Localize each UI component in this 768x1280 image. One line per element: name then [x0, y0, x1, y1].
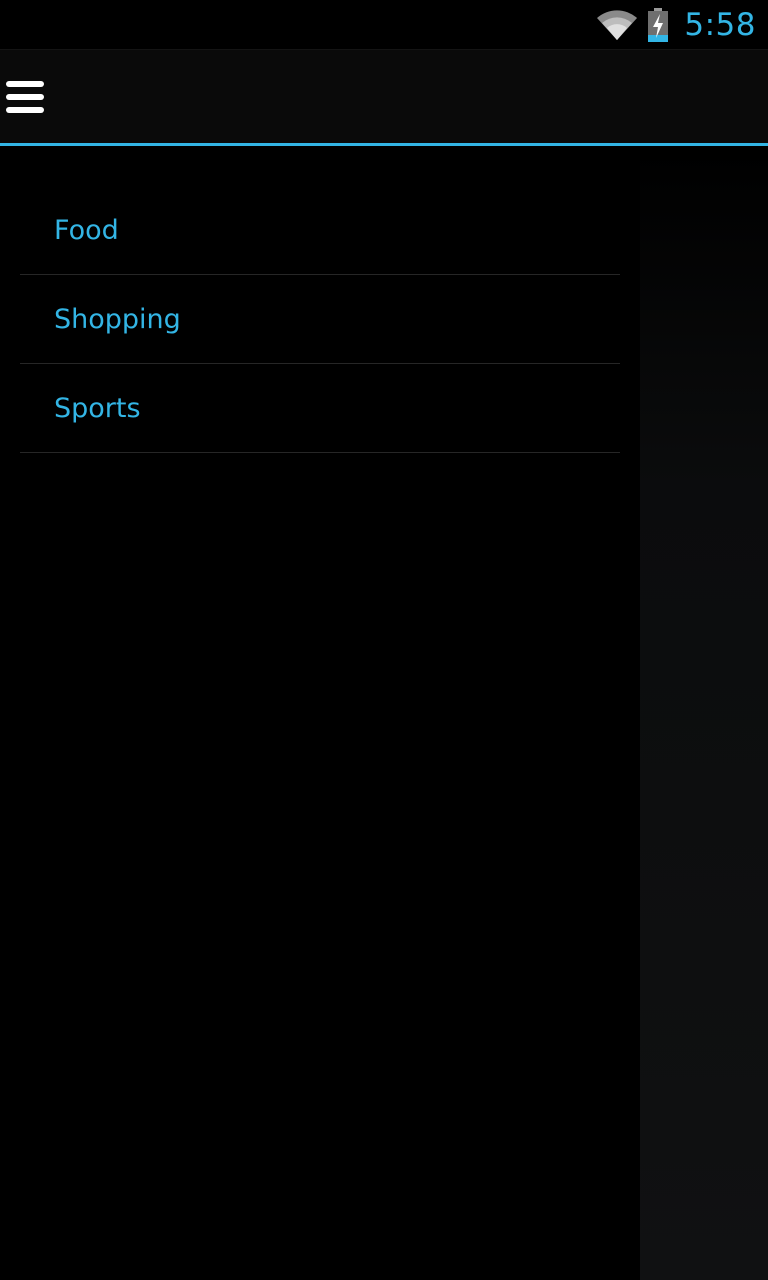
navigation-drawer: Food Shopping Sports	[0, 146, 640, 1280]
hamburger-menu-icon[interactable]	[0, 76, 50, 118]
main-content-peek[interactable]	[640, 146, 768, 1280]
status-bar: 5:58	[0, 0, 768, 50]
action-bar	[0, 50, 768, 146]
drawer-item-shopping[interactable]: Shopping	[20, 275, 620, 364]
status-icons: 5:58	[596, 0, 756, 50]
wifi-icon	[596, 9, 638, 41]
battery-charging-icon	[646, 8, 670, 42]
status-clock: 5:58	[684, 7, 756, 43]
drawer-list: Food Shopping Sports	[20, 186, 620, 453]
drawer-item-sports[interactable]: Sports	[20, 364, 620, 453]
drawer-item-food[interactable]: Food	[20, 186, 620, 275]
